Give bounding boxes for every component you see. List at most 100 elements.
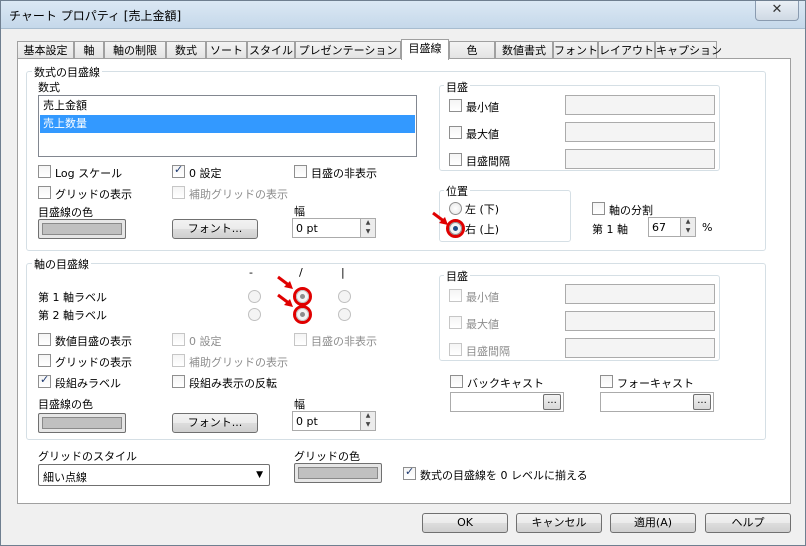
red-arrow-icon xyxy=(432,211,448,225)
align-zero-label: 数式の目盛線を 0 レベルに揃える xyxy=(420,469,588,482)
tab-gridlines[interactable]: 目盛線 xyxy=(401,39,449,60)
tab-sort[interactable]: ソート xyxy=(206,41,247,59)
dim-max-field[interactable] xyxy=(565,311,715,331)
forecast-label: フォーキャスト xyxy=(617,377,694,390)
axis-split-label: 軸の分割 xyxy=(609,204,653,217)
tab-caption[interactable]: キャプション xyxy=(655,41,722,59)
spin-down-icon[interactable]: ▼ xyxy=(360,421,375,430)
dim-hide-grid-label: 目盛の非表示 xyxy=(311,335,377,348)
red-arrow-icon xyxy=(277,275,293,289)
axis-label-1: 第 1 軸ラベル xyxy=(38,291,107,304)
list-item[interactable]: 売上数量 xyxy=(40,115,415,133)
split-value: 67 xyxy=(652,221,666,234)
line-color-button[interactable] xyxy=(38,219,126,239)
col-bar-label: | xyxy=(341,266,345,279)
dim-line-color-button[interactable] xyxy=(38,413,126,433)
reverse-stack-label: 段組み表示の反転 xyxy=(189,377,277,390)
tab-style[interactable]: スタイル xyxy=(247,41,295,59)
forecast-checkbox[interactable] xyxy=(600,375,613,388)
split-spinner[interactable]: 67 ▲ ▼ xyxy=(648,217,696,237)
stacked-label-label: 段組みラベル xyxy=(55,377,121,390)
reverse-stack-checkbox[interactable] xyxy=(172,375,185,388)
tab-font[interactable]: フォント xyxy=(553,41,598,59)
ok-button[interactable]: OK xyxy=(422,513,508,533)
dim-zero-checkbox[interactable] xyxy=(172,333,185,346)
dim-minor-grid-label: 補助グリッドの表示 xyxy=(189,356,288,369)
color-swatch xyxy=(42,223,122,235)
min-field[interactable] xyxy=(565,95,715,115)
dialog-title: チャート プロパティ [売上金額] xyxy=(9,9,182,23)
width-label: 幅 xyxy=(294,205,305,218)
dim-minor-grid-checkbox[interactable] xyxy=(172,354,185,367)
max-field[interactable] xyxy=(565,122,715,142)
tab-basic[interactable]: 基本設定 xyxy=(17,41,74,59)
spin-down-icon[interactable]: ▼ xyxy=(360,228,375,237)
axis-split-checkbox[interactable] xyxy=(592,202,605,215)
spin-up-icon[interactable]: ▲ xyxy=(360,219,375,228)
tab-layout[interactable]: レイアウト xyxy=(598,41,655,59)
label1-slash-radio[interactable] xyxy=(296,290,309,303)
label2-bar-radio[interactable] xyxy=(338,308,351,321)
label2-dash-radio[interactable] xyxy=(248,308,261,321)
interval-checkbox[interactable] xyxy=(449,153,462,166)
dim-interval-label: 目盛間隔 xyxy=(466,345,510,358)
close-button[interactable]: ✕ xyxy=(755,1,799,21)
tab-axis-limits[interactable]: 軸の制限 xyxy=(104,41,166,59)
tab-presentation[interactable]: プレゼンテーション xyxy=(295,41,401,59)
interval-field[interactable] xyxy=(565,149,715,169)
max-checkbox[interactable] xyxy=(449,126,462,139)
grid-color-button[interactable] xyxy=(294,463,382,483)
label1-dash-radio[interactable] xyxy=(248,290,261,303)
dim-width-spinner[interactable]: 0 pt ▲ ▼ xyxy=(292,411,376,431)
backcast-label: バックキャスト xyxy=(467,377,544,390)
interval-label: 目盛間隔 xyxy=(466,155,510,168)
dim-hide-grid-checkbox[interactable] xyxy=(294,333,307,346)
grid-style-select[interactable]: 細い点線 ▼ xyxy=(38,464,270,486)
gridlines-panel: 数式の目盛線 数式 売上金額 売上数量 Log スケール 0 設定 目盛の非表示… xyxy=(17,58,791,504)
dim-font-button[interactable]: フォント... xyxy=(172,413,258,433)
dim-min-checkbox[interactable] xyxy=(449,289,462,302)
show-numeric-checkbox[interactable] xyxy=(38,333,51,346)
tab-axis[interactable]: 軸 xyxy=(74,41,104,59)
chevron-down-icon: ▼ xyxy=(256,470,263,480)
dim-interval-checkbox[interactable] xyxy=(449,343,462,356)
width-spinner[interactable]: 0 pt ▲ ▼ xyxy=(292,218,376,238)
col-dash-label: - xyxy=(249,266,253,279)
font-button[interactable]: フォント... xyxy=(172,219,258,239)
expression-listbox[interactable]: 売上金額 売上数量 xyxy=(38,95,417,157)
dim-max-checkbox[interactable] xyxy=(449,316,462,329)
backcast-ellipsis-button[interactable]: ... xyxy=(543,394,561,410)
grid-color-label: グリッドの色 xyxy=(294,450,360,463)
label1-bar-radio[interactable] xyxy=(338,290,351,303)
tab-number-format[interactable]: 数値書式 xyxy=(495,41,553,59)
log-scale-checkbox[interactable] xyxy=(38,165,51,178)
dim-min-label: 最小値 xyxy=(466,291,499,304)
dim-width-label: 幅 xyxy=(294,398,305,411)
spin-up-icon[interactable]: ▲ xyxy=(360,412,375,421)
minor-grid-checkbox[interactable] xyxy=(172,186,185,199)
stacked-label-checkbox[interactable] xyxy=(38,373,51,388)
cancel-button[interactable]: キャンセル xyxy=(516,513,602,533)
min-checkbox[interactable] xyxy=(449,99,462,112)
dim-min-field[interactable] xyxy=(565,284,715,304)
hide-grid-checkbox[interactable] xyxy=(294,165,307,178)
zero-setting-checkbox[interactable] xyxy=(172,163,185,178)
position-title: 位置 xyxy=(444,183,470,199)
dim-show-grid-checkbox[interactable] xyxy=(38,354,51,367)
spin-up-icon[interactable]: ▲ xyxy=(680,218,695,227)
tab-expressions[interactable]: 数式 xyxy=(166,41,206,59)
spin-down-icon[interactable]: ▼ xyxy=(680,227,695,236)
align-zero-checkbox[interactable] xyxy=(403,465,416,480)
minor-grid-label: 補助グリッドの表示 xyxy=(189,188,288,201)
help-button[interactable]: ヘルプ xyxy=(705,513,791,533)
list-item[interactable]: 売上金額 xyxy=(40,97,415,115)
apply-button[interactable]: 適用(A) xyxy=(610,513,696,533)
width-value: 0 pt xyxy=(296,222,318,235)
show-grid-checkbox[interactable] xyxy=(38,186,51,199)
backcast-checkbox[interactable] xyxy=(450,375,463,388)
tab-color[interactable]: 色 xyxy=(449,41,495,59)
dim-interval-field[interactable] xyxy=(565,338,715,358)
forecast-ellipsis-button[interactable]: ... xyxy=(693,394,711,410)
label2-slash-radio[interactable] xyxy=(296,308,309,321)
dim-line-color-label: 目盛線の色 xyxy=(38,398,93,411)
